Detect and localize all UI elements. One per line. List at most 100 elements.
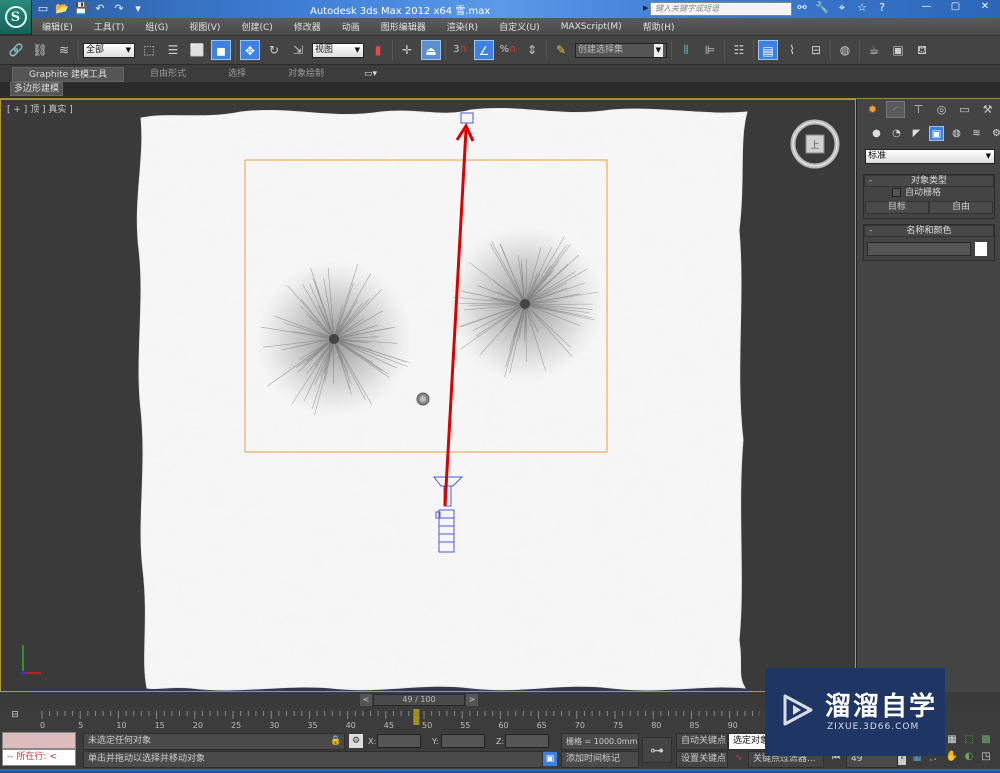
- keyboard-shortcut-override-icon[interactable]: ⏏: [421, 40, 441, 60]
- ribbon-tab-selection[interactable]: 选择: [228, 67, 246, 82]
- link-icon[interactable]: 🔗: [6, 40, 26, 60]
- time-slider-prev-button[interactable]: <: [360, 694, 372, 706]
- select-and-scale-icon[interactable]: ⇲: [288, 40, 308, 60]
- menu-rendering[interactable]: 渲染(R): [447, 20, 478, 33]
- menu-animation[interactable]: 动画: [342, 20, 360, 33]
- zoom-extents-selected-icon[interactable]: ⬚: [962, 733, 976, 747]
- curve-editor-icon[interactable]: ⌇: [782, 40, 802, 60]
- scene-canvas[interactable]: [1, 100, 856, 692]
- menu-maxscript[interactable]: MAXScript(M): [561, 22, 622, 32]
- helpers-icon[interactable]: ◍: [949, 126, 964, 141]
- category-dropdown[interactable]: 标准 ▼: [865, 149, 995, 164]
- free-camera-button[interactable]: 自由: [929, 201, 993, 214]
- menu-help[interactable]: 帮助(H): [643, 20, 675, 33]
- lock-selection-icon[interactable]: 🔒: [330, 734, 342, 748]
- percent-snap-icon[interactable]: %∩: [498, 40, 518, 60]
- schematic-view-icon[interactable]: ⊟: [806, 40, 826, 60]
- viewport-top[interactable]: [ + ] 顶 ] 真实 ] 上: [0, 99, 856, 692]
- select-and-rotate-icon[interactable]: ↻: [264, 40, 284, 60]
- auto-key-button[interactable]: 自动关键点: [676, 733, 728, 750]
- undo-icon[interactable]: ↶: [93, 2, 107, 16]
- help-icon[interactable]: ?: [875, 1, 889, 15]
- infocenter-search-input[interactable]: 键入关键字或短语: [650, 2, 792, 16]
- unlink-icon[interactable]: ⛓: [30, 40, 50, 60]
- wrench-icon[interactable]: 🔧: [815, 1, 829, 15]
- window-crossing-icon[interactable]: ◼: [211, 40, 231, 60]
- object-type-header[interactable]: - 对象类型: [864, 175, 994, 187]
- current-frame-marker[interactable]: [413, 709, 420, 725]
- shapes-icon[interactable]: ◔: [889, 126, 904, 141]
- ribbon-tab-graphite[interactable]: Graphite 建模工具: [12, 67, 125, 82]
- redo-icon[interactable]: ↷: [112, 2, 126, 16]
- search-expand-icon[interactable]: ▶: [643, 4, 648, 12]
- utilities-tab-icon[interactable]: ⚒: [978, 101, 997, 118]
- motion-tab-icon[interactable]: ◎: [932, 101, 951, 118]
- ribbon-tab-object-paint[interactable]: 对象绘制: [288, 67, 324, 82]
- cameras-icon[interactable]: ▣: [929, 126, 944, 141]
- ribbon-subtab-polygon-modeling[interactable]: 多边形建模: [10, 82, 64, 96]
- bind-space-warp-icon[interactable]: ≋: [54, 40, 74, 60]
- ribbon-options-icon[interactable]: ▭▾: [364, 67, 377, 82]
- minimize-button[interactable]: —: [912, 0, 941, 14]
- key-filter-curve-icon[interactable]: ∿: [731, 751, 747, 765]
- name-color-header[interactable]: - 名称和颜色: [864, 225, 994, 237]
- satellite-icon[interactable]: ⌖: [835, 1, 849, 15]
- systems-icon[interactable]: ⚙: [989, 126, 1000, 141]
- align-icon[interactable]: ⊫: [700, 40, 720, 60]
- maxscript-listener-output[interactable]: -- 所在行: <: [2, 749, 76, 766]
- render-setup-icon[interactable]: ☕: [864, 40, 884, 60]
- save-icon[interactable]: 💾: [74, 2, 88, 16]
- menu-customize[interactable]: 自定义(U): [499, 20, 540, 33]
- mini-curve-editor-icon[interactable]: ⊟: [6, 710, 24, 726]
- geometry-icon[interactable]: ●: [869, 126, 884, 141]
- tree-right[interactable]: [447, 226, 603, 382]
- pan-hand-icon[interactable]: ✋: [945, 750, 959, 764]
- viewcube[interactable]: 上: [787, 116, 843, 172]
- menu-group[interactable]: 组(G): [145, 20, 168, 33]
- named-selection-dropdown[interactable]: 创建选择集 ▼: [575, 42, 667, 58]
- autogrid-checkbox[interactable]: [892, 188, 901, 197]
- rendered-frame-window-icon[interactable]: ▣: [888, 40, 908, 60]
- menu-views[interactable]: 视图(V): [189, 20, 220, 33]
- set-key-button[interactable]: 设置关键点: [676, 751, 728, 768]
- space-warps-icon[interactable]: ≋: [969, 126, 984, 141]
- z-coordinate-input[interactable]: [505, 734, 549, 748]
- frame-ruler[interactable]: 0 5 10 15 20 25 30 35 40 45 50 55 60 65 70 75 80 85 90: [40, 707, 760, 731]
- time-slider-handle[interactable]: 49 / 100: [373, 694, 465, 706]
- object-name-input[interactable]: [867, 242, 971, 256]
- customize-icon[interactable]: ▾: [131, 2, 145, 16]
- close-button[interactable]: ✕: [970, 0, 1000, 14]
- open-icon[interactable]: 📂: [55, 2, 69, 16]
- angle-snap-icon[interactable]: ∠: [474, 40, 494, 60]
- rectangular-selection-icon[interactable]: ⬜: [187, 40, 207, 60]
- ribbon-tab-freeform[interactable]: 自由形式: [150, 67, 186, 82]
- graphite-toggle-icon[interactable]: ▤: [758, 40, 778, 60]
- favorites-star-icon[interactable]: ☆: [855, 1, 869, 15]
- menu-tools[interactable]: 工具(T): [94, 20, 125, 33]
- time-tag-icon[interactable]: ▣: [543, 752, 557, 766]
- menu-modifiers[interactable]: 修改器: [294, 20, 321, 33]
- binoculars-icon[interactable]: ⚯: [795, 1, 809, 15]
- select-and-move-icon[interactable]: ✥: [240, 40, 260, 60]
- selection-filter-dropdown[interactable]: 全部 ▼: [83, 42, 135, 58]
- app-logo-button[interactable]: S: [0, 0, 32, 34]
- reference-coordinate-dropdown[interactable]: 视图 ▼: [312, 42, 364, 58]
- viewport-label[interactable]: [ + ] 顶 ] 真实 ]: [7, 102, 73, 115]
- zoom-extents-all-icon[interactable]: ▩: [979, 733, 993, 747]
- set-key-mode-icon[interactable]: ⊶: [642, 737, 672, 763]
- edit-named-selection-icon[interactable]: ✎: [551, 40, 571, 60]
- manipulate-icon[interactable]: ✛: [397, 40, 417, 60]
- snaps-toggle-icon[interactable]: 3∩: [450, 40, 470, 60]
- absolute-mode-icon[interactable]: ⚙: [349, 734, 363, 748]
- select-object-icon[interactable]: ⬚: [139, 40, 159, 60]
- render-production-icon[interactable]: ⛾: [912, 40, 932, 60]
- key-selection-dropdown[interactable]: 选定对象: [728, 733, 766, 750]
- layer-manager-icon[interactable]: ☷: [729, 40, 749, 60]
- menu-create[interactable]: 创建(C): [241, 20, 272, 33]
- menu-graph-editors[interactable]: 图形编辑器: [381, 20, 426, 33]
- time-slider-next-button[interactable]: >: [466, 694, 478, 706]
- menu-edit[interactable]: 编辑(E): [42, 20, 73, 33]
- add-time-tag[interactable]: 添加时间标记: [561, 751, 639, 768]
- material-editor-icon[interactable]: ◍: [835, 40, 855, 60]
- target-camera-button[interactable]: 目标: [865, 201, 929, 214]
